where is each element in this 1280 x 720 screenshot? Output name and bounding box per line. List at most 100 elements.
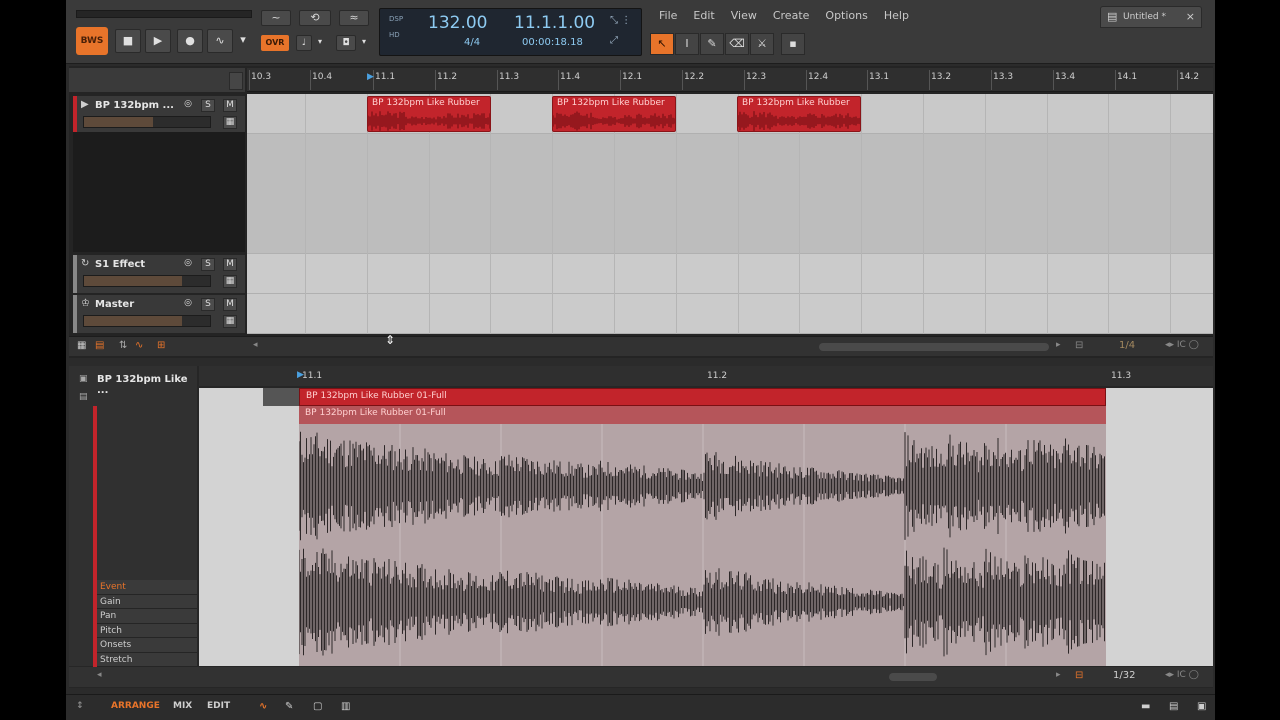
audio-clip[interactable]: BP 132bpm Like Rubber [367,96,491,132]
volume-slider[interactable] [83,116,211,128]
lane-empty[interactable] [247,134,1213,254]
wrench-icon[interactable]: ✎ [285,701,293,712]
playhead-marker[interactable]: ▶ [297,370,304,380]
horizontal-scrollbar[interactable] [819,343,1049,351]
track-header-audio[interactable]: ▶ BP 132bpm ... ◎ S M ▦ [73,96,245,132]
waveform-area[interactable] [298,424,1106,666]
edit-tab[interactable]: EDIT [207,701,230,711]
groove-button[interactable]: ~ [261,10,291,26]
editor-ruler[interactable]: 11.1 11.2 11.3 ▶ [199,366,1213,386]
grid-icon[interactable]: ⊟ [1075,340,1083,351]
grid-view-icon[interactable]: ▦ [77,340,86,351]
lane-master[interactable] [247,294,1213,334]
menu-options[interactable]: Options [825,8,867,24]
solo-button[interactable]: S [201,258,215,271]
project-tab[interactable]: ▤ Untitled * × [1100,6,1202,28]
stop-button[interactable]: ■ [115,29,141,53]
automation-icon[interactable]: ∿ [135,340,143,351]
lane-effect[interactable] [247,254,1213,294]
mixer-icon[interactable]: ▦ [223,116,237,129]
mute-button[interactable]: M [223,258,237,271]
file-icon[interactable]: ▤ [1169,701,1178,712]
scroll-right-icon[interactable]: ▸ [1056,670,1061,680]
metronome-icon[interactable]: ♩ [296,35,312,51]
editor-clip-header[interactable]: BP 132bpm Like Rubber 01-Full [299,388,1106,406]
play-button[interactable]: ▶ [145,29,171,53]
time-select-tool[interactable]: I [675,33,699,55]
chevron-down-icon[interactable]: ▾ [358,35,370,51]
property-stretch[interactable]: Stretch [97,652,197,667]
audio-editor-lane[interactable]: BP 132bpm Like Rubber 01-Full BP 132bpm … [199,388,1213,666]
playhead-marker[interactable]: ▶ [367,72,374,82]
menu-create[interactable]: Create [773,8,810,24]
arrow-icon[interactable]: ⇅ [119,340,127,351]
audio-clip[interactable]: BP 132bpm Like Rubber [737,96,861,132]
solo-button[interactable]: S [201,298,215,311]
mixer-icon[interactable]: ▦ [223,315,237,328]
play-position[interactable]: 11.1.1.00 [514,13,595,33]
editor-event-header[interactable]: BP 132bpm Like Rubber 01-Full [299,406,1106,424]
property-pitch[interactable]: Pitch [97,623,197,638]
grid-resolution[interactable]: 1/32 [1113,670,1135,681]
scroll-left-icon[interactable]: ◂ [97,670,102,680]
time-signature[interactable]: 4/4 [464,37,480,48]
camera-icon[interactable]: ◘ [336,35,356,51]
arrange-tab[interactable]: ARRANGE [111,701,160,711]
property-onsets[interactable]: Onsets [97,638,197,653]
zoom-icons[interactable]: ◂▸ IC ◯ [1165,670,1199,680]
menu-view[interactable]: View [731,8,757,24]
add-track-button[interactable] [229,72,243,90]
horizontal-scrollbar[interactable] [889,673,937,681]
automation-write-button[interactable]: ∿ [207,29,233,53]
eraser-tool[interactable]: ⌫ [725,33,749,55]
arranger-lanes[interactable]: BP 132bpm Like Rubber BP 132bpm Like Rub… [247,94,1213,334]
record-arm-icon[interactable]: ◎ [181,298,195,311]
property-gain[interactable]: Gain [97,594,197,609]
audio-clip[interactable]: BP 132bpm Like Rubber [552,96,676,132]
close-icon[interactable]: × [1186,7,1195,27]
menu-edit[interactable]: Edit [693,8,714,24]
automation-icon[interactable]: ∿ [259,701,267,712]
overdub-button[interactable]: OVR [261,35,289,51]
solo-button[interactable]: S [201,99,215,112]
tap-icon[interactable]: ⤢ [610,35,618,46]
grid-icon[interactable]: ⊟ [1075,670,1083,681]
mixer-icon[interactable]: ▦ [223,275,237,288]
record-arm-icon[interactable]: ◎ [181,99,195,112]
sync-icon[interactable]: ⤡ ⋮ [610,15,631,26]
loop-button[interactable]: ⟲ [299,10,331,26]
track-header-effect[interactable]: ↻ S1 Effect ◎ S M ▦ [73,255,245,293]
chevron-down-icon[interactable]: ▾ [314,35,326,51]
scroll-right-icon[interactable]: ▸ [1056,340,1061,350]
record-arm-icon[interactable]: ◎ [181,258,195,271]
record-button[interactable]: ● [177,29,203,53]
list-view-icon[interactable]: ▤ [95,340,104,351]
clip-launcher-icon[interactable]: ⊞ [157,340,165,351]
track-header-master[interactable]: ♔ Master ◎ S M ▦ [73,295,245,333]
mixer-icon[interactable]: ▥ [341,701,350,712]
snap-toggle[interactable]: ▪ [781,33,805,55]
chevron-down-icon[interactable]: ▾ [236,29,250,53]
mix-tab[interactable]: MIX [173,701,192,711]
punch-button[interactable]: ≈ [339,10,369,26]
folder-icon[interactable]: ▬ [1141,701,1150,712]
scroll-left-icon[interactable]: ◂ [253,340,258,350]
pencil-tool[interactable]: ✎ [700,33,724,55]
mute-button[interactable]: M [223,99,237,112]
browser-icon[interactable]: ▣ [1197,701,1206,712]
volume-slider[interactable] [83,275,211,287]
inspector-icon[interactable]: ▣ [79,374,88,384]
page-icon[interactable]: ▤ [79,392,88,402]
property-event[interactable]: Event [97,580,197,595]
dashboard-button[interactable]: BWS [76,27,108,55]
menu-file[interactable]: File [659,8,677,24]
menu-help[interactable]: Help [884,8,909,24]
pointer-tool[interactable]: ↖ [650,33,674,55]
arranger-ruler[interactable]: 10.3 10.4 11.1 11.2 11.3 11.4 12.1 12.2 … [247,68,1213,92]
info-icon[interactable]: ↕ [76,701,84,711]
property-pan[interactable]: Pan [97,609,197,624]
volume-slider[interactable] [83,315,211,327]
grid-resolution[interactable]: 1/4 [1119,340,1135,351]
device-panel-icon[interactable]: ▢ [313,701,322,712]
tempo-value[interactable]: 132.00 [428,13,487,33]
